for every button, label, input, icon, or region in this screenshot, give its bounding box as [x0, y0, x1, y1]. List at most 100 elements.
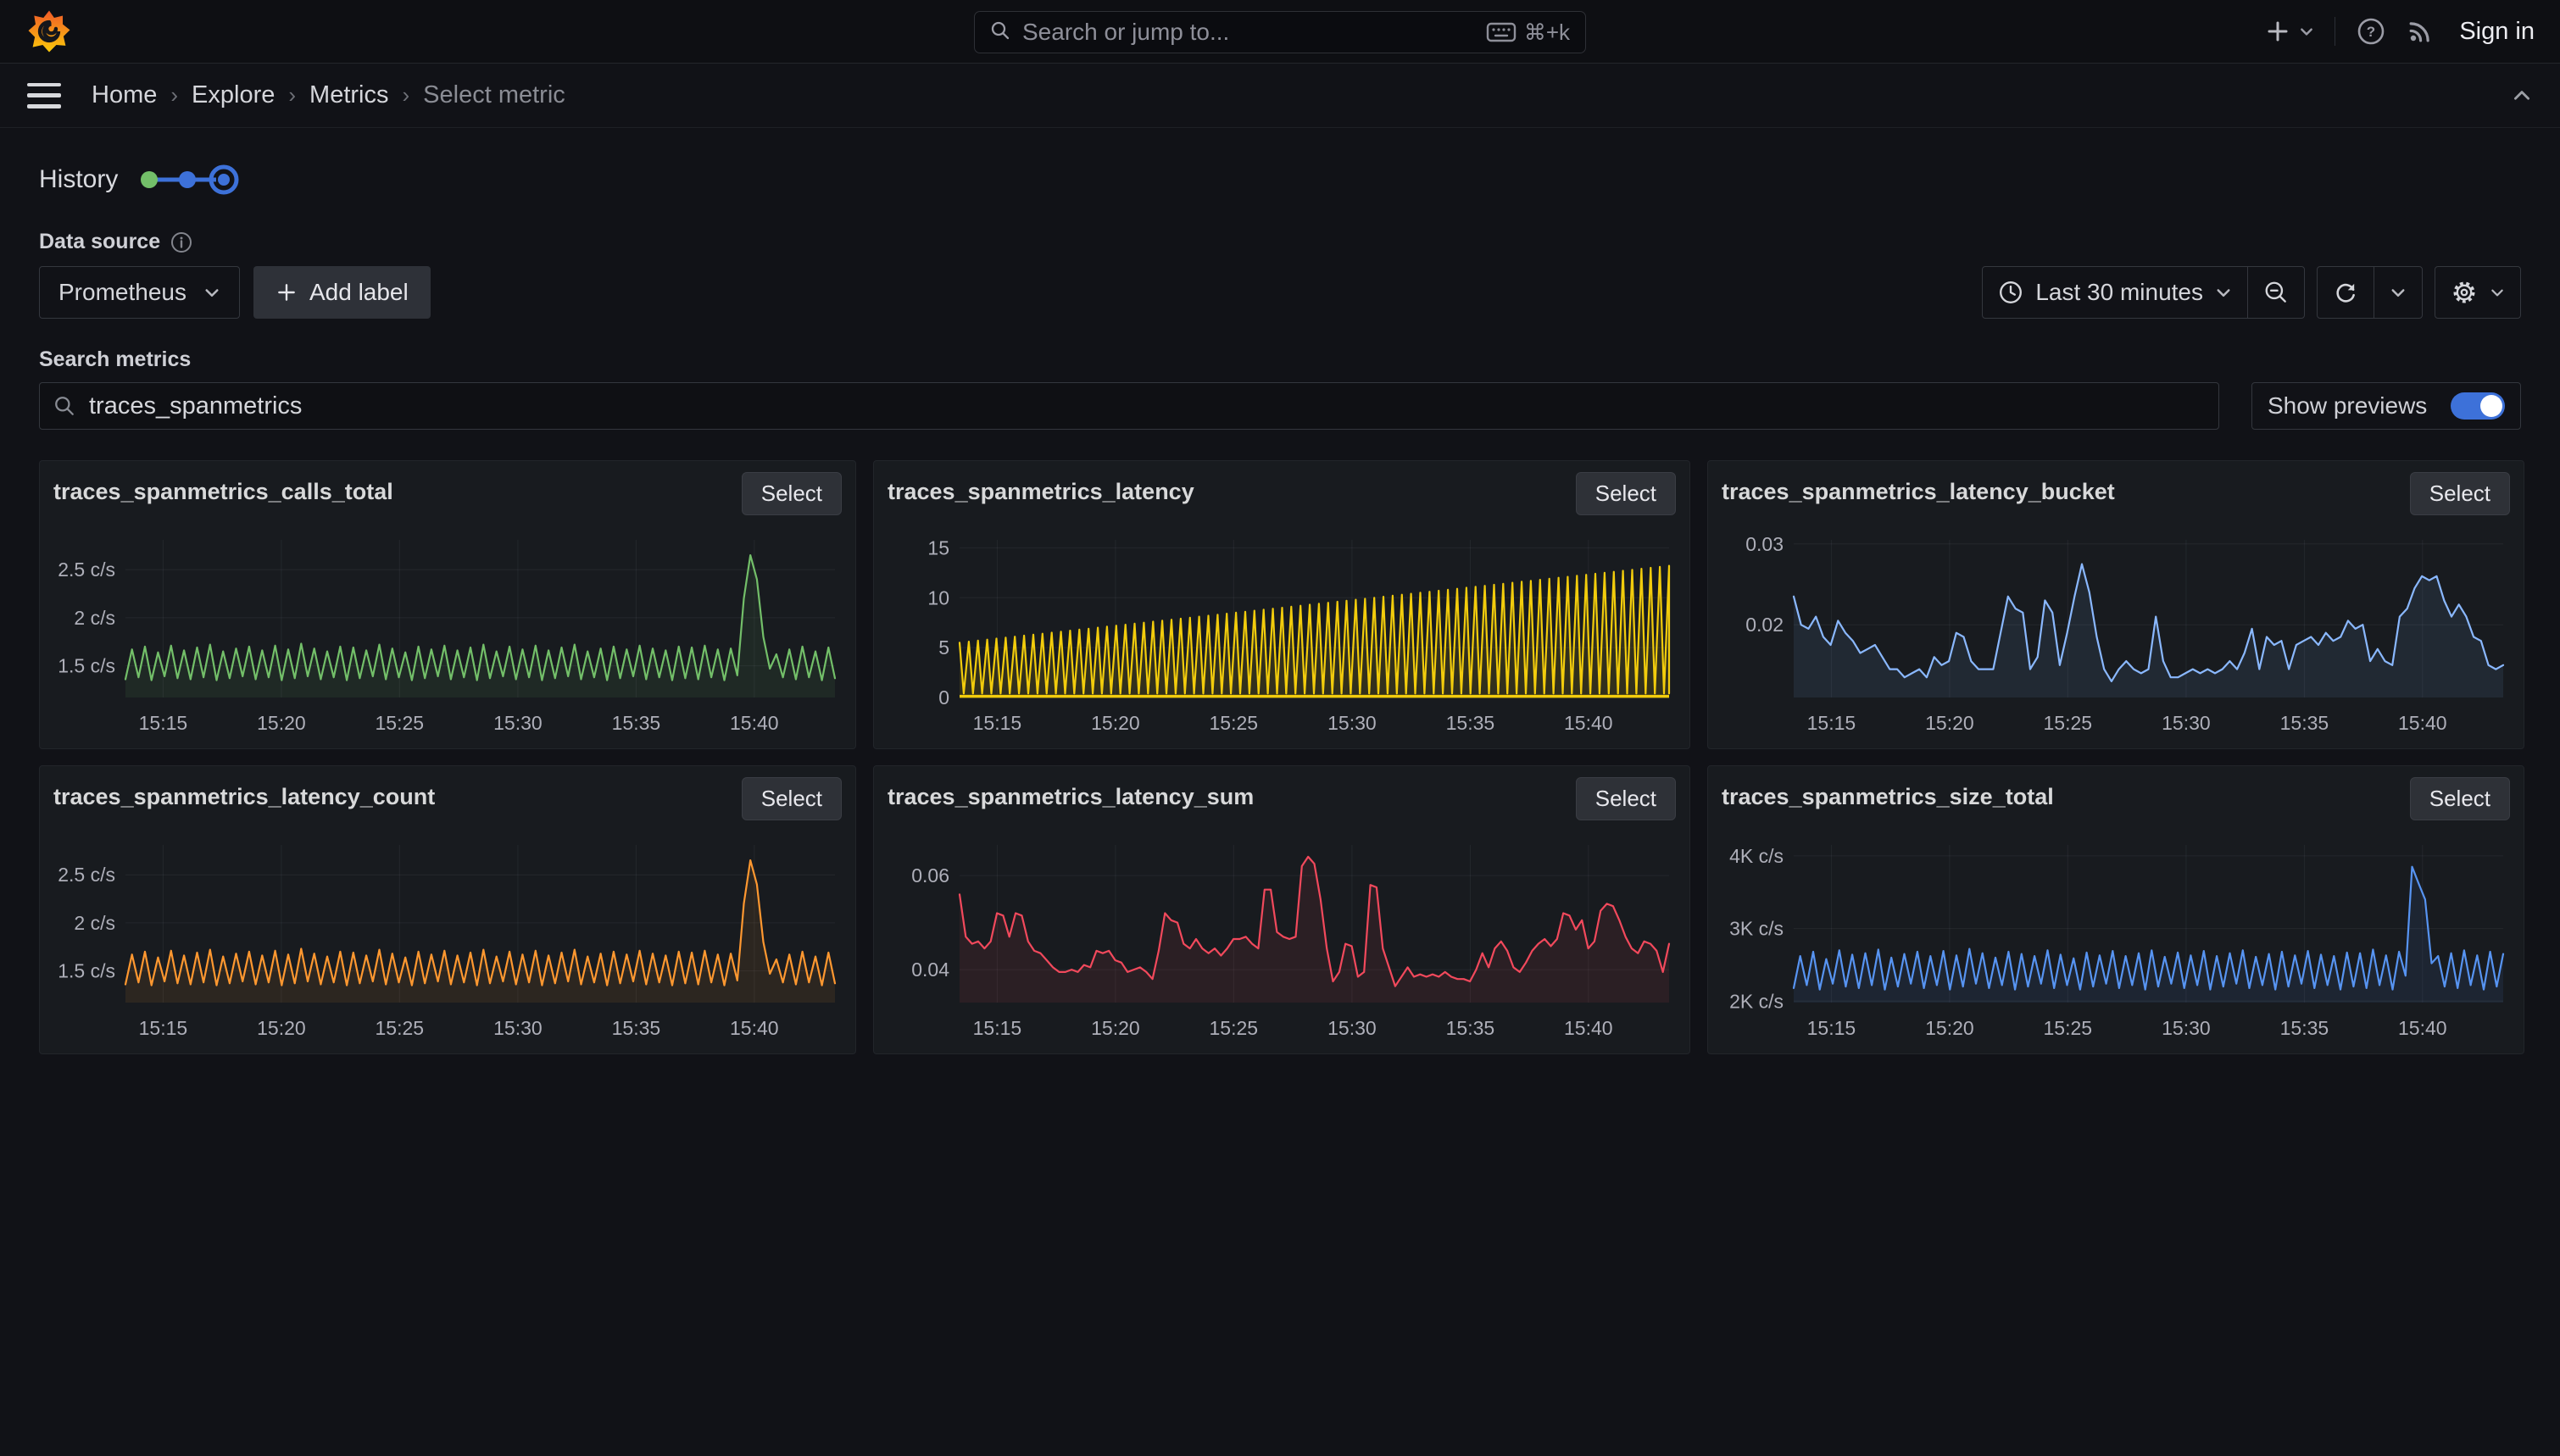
add-label-button[interactable]: Add label: [253, 266, 431, 319]
grafana-logo[interactable]: [25, 8, 73, 55]
search-icon: [53, 395, 75, 417]
search-metrics-value: traces_spanmetrics: [89, 392, 302, 420]
search-icon: [990, 20, 1010, 45]
svg-text:1.5 c/s: 1.5 c/s: [58, 960, 115, 982]
svg-text:15:15: 15:15: [139, 712, 188, 734]
svg-text:15:15: 15:15: [973, 712, 1022, 734]
svg-text:15:15: 15:15: [973, 1017, 1022, 1039]
refresh-icon: [2333, 280, 2358, 305]
svg-text:0: 0: [938, 686, 949, 709]
refresh-interval-dropdown[interactable]: [2374, 267, 2422, 318]
breadcrumb-explore[interactable]: Explore: [192, 81, 275, 109]
chevron-down-icon: [2390, 284, 2407, 301]
clock-icon: [1998, 280, 2023, 305]
select-button[interactable]: Select: [742, 472, 842, 515]
help-icon: ?: [2356, 16, 2386, 47]
svg-text:15:35: 15:35: [2280, 712, 2329, 734]
select-button[interactable]: Select: [742, 777, 842, 820]
rss-icon: [2407, 18, 2434, 45]
news-rss-button[interactable]: [2407, 18, 2434, 45]
global-search-input[interactable]: Search or jump to... ⌘+k: [974, 11, 1586, 53]
svg-text:15: 15: [927, 536, 949, 559]
chevron-down-icon: [203, 284, 220, 301]
zoom-out-button[interactable]: [2247, 267, 2304, 318]
svg-text:15:35: 15:35: [612, 712, 661, 734]
breadcrumb-separator: ›: [402, 82, 409, 108]
collapse-header-button[interactable]: [2511, 85, 2533, 107]
svg-text:15:20: 15:20: [257, 712, 306, 734]
svg-text:15:35: 15:35: [612, 1017, 661, 1039]
refresh-group: [2317, 266, 2423, 319]
history-row: History: [39, 162, 2521, 197]
settings-group: [2435, 266, 2521, 319]
metric-chart: 1.5 c/s2 c/s2.5 c/s15:1515:2015:2515:301…: [53, 836, 842, 1040]
explore-metrics-content: History Data source Prometheus Add label: [0, 128, 2560, 1054]
metric-panel: traces_spanmetrics_latency_sumSelect0.04…: [873, 765, 1690, 1054]
chevron-down-icon: [2490, 285, 2505, 300]
svg-text:15:15: 15:15: [139, 1017, 188, 1039]
svg-text:15:40: 15:40: [2398, 712, 2447, 734]
new-menu-button[interactable]: [2265, 19, 2314, 44]
svg-text:4K c/s: 4K c/s: [1729, 845, 1784, 867]
controls-row: Prometheus Add label Last 30 minutes: [39, 266, 2521, 319]
data-source-picker[interactable]: Prometheus: [39, 266, 240, 319]
panel-title: traces_spanmetrics_size_total: [1722, 777, 2054, 810]
refresh-button[interactable]: [2318, 267, 2374, 318]
data-source-label-row: Data source: [39, 230, 2521, 254]
svg-text:15:35: 15:35: [2280, 1017, 2329, 1039]
chevron-down-icon: [2215, 284, 2232, 301]
breadcrumb-select-metric: Select metric: [423, 81, 565, 109]
metric-panel: traces_spanmetrics_latency_countSelect1.…: [39, 765, 856, 1054]
breadcrumb-home[interactable]: Home: [92, 81, 157, 109]
plus-icon: [275, 281, 298, 303]
svg-text:15:35: 15:35: [1446, 1017, 1495, 1039]
time-range-label: Last 30 minutes: [2035, 279, 2203, 306]
zoom-out-icon: [2263, 280, 2289, 305]
svg-text:15:25: 15:25: [376, 1017, 425, 1039]
metric-panel: traces_spanmetrics_size_total Select 2K c/…: [1707, 765, 2524, 1054]
data-source-value: Prometheus: [58, 279, 186, 306]
panel-title: traces_spanmetrics_latency_bucket: [1722, 472, 2115, 505]
sign-in-button[interactable]: Sign in: [2459, 18, 2535, 46]
svg-text:?: ?: [2367, 24, 2375, 40]
panels-grid: traces_spanmetrics_calls_totalSelect1.5 …: [39, 460, 2521, 1054]
info-icon[interactable]: [170, 231, 192, 253]
metric-chart: 2K c/s3K c/s4K c/s15:1515:2015:2515:3015…: [1722, 836, 2510, 1040]
show-previews-control: Show previews: [2251, 382, 2521, 430]
panel-title: traces_spanmetrics_latency: [888, 472, 1194, 505]
metric-chart: 05101515:1515:2015:2515:3015:3515:40: [888, 531, 1676, 735]
svg-text:5: 5: [938, 636, 949, 659]
select-button[interactable]: Select: [1576, 472, 1676, 515]
show-previews-label: Show previews: [2268, 392, 2427, 420]
show-previews-toggle[interactable]: [2451, 392, 2505, 420]
plus-icon: [2265, 19, 2290, 44]
select-button[interactable]: Select: [2410, 472, 2510, 515]
time-range-picker[interactable]: Last 30 minutes: [1983, 267, 2247, 318]
svg-text:0.06: 0.06: [911, 864, 949, 886]
history-timeline[interactable]: [138, 162, 242, 197]
chevron-down-icon: [2299, 24, 2314, 39]
gear-icon: [2451, 279, 2478, 306]
svg-text:2.5 c/s: 2.5 c/s: [58, 559, 115, 581]
menu-toggle-button[interactable]: [27, 83, 61, 108]
svg-text:15:20: 15:20: [1925, 712, 1974, 734]
svg-text:2 c/s: 2 c/s: [74, 912, 115, 934]
breadcrumb-separator: ›: [170, 82, 178, 108]
select-button[interactable]: Select: [1576, 777, 1676, 820]
svg-text:15:40: 15:40: [1564, 712, 1613, 734]
svg-text:1.5 c/s: 1.5 c/s: [58, 655, 115, 677]
settings-button[interactable]: [2435, 267, 2520, 318]
search-metrics-section: Search metrics traces_spanmetrics Show p…: [39, 347, 2521, 430]
svg-text:15:20: 15:20: [1091, 1017, 1140, 1039]
history-label: History: [39, 165, 118, 194]
svg-text:0.04: 0.04: [911, 959, 949, 981]
help-button[interactable]: ?: [2356, 16, 2386, 47]
search-metrics-input[interactable]: traces_spanmetrics: [39, 382, 2219, 430]
svg-text:15:40: 15:40: [730, 712, 779, 734]
svg-text:15:20: 15:20: [1925, 1017, 1974, 1039]
metric-chart: 1.5 c/s2 c/s2.5 c/s15:1515:2015:2515:301…: [53, 531, 842, 735]
breadcrumb-metrics[interactable]: Metrics: [309, 81, 388, 109]
data-source-label: Data source: [39, 230, 160, 254]
select-button[interactable]: Select: [2410, 777, 2510, 820]
svg-text:2.5 c/s: 2.5 c/s: [58, 864, 115, 886]
